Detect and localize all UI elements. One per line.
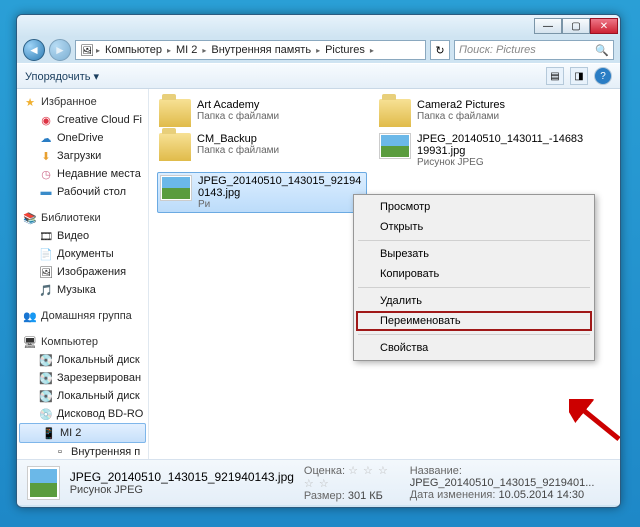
maximize-button[interactable]: ▢ [562,18,590,34]
sidebar-item[interactable]: ▫Внутренняя п [17,443,148,459]
context-menu-delete[interactable]: Удалить [356,291,592,311]
sidebar-item[interactable]: 🎵Музыка [17,281,148,299]
sidebar-item[interactable]: 💽Локальный диск [17,351,148,369]
details-thumbnail [27,466,60,500]
search-input[interactable]: Поиск: Pictures 🔍 [454,40,614,60]
help-button[interactable]: ? [594,67,612,85]
organize-menu[interactable]: Упорядочить ▾ [25,70,99,83]
breadcrumb-item[interactable]: MI 2 [173,43,200,57]
chevron-right-icon: ▸ [370,46,374,55]
forward-button[interactable]: ► [49,39,71,61]
folder-icon: 🖼 [80,43,94,57]
recent-icon: ◷ [39,167,53,181]
chevron-right-icon: ▸ [316,46,320,55]
context-menu-copy[interactable]: Копировать [356,264,592,284]
star-icon: ★ [23,95,37,109]
explorer-body: ★Избранное ◉Creative Cloud Fi ☁OneDrive … [17,89,620,459]
sidebar-item[interactable]: ◷Недавние места [17,165,148,183]
sidebar-item[interactable]: ▬Рабочий стол [17,183,148,201]
address-bar: ◄ ► 🖼 ▸ Компьютер ▸ MI 2 ▸ Внутренняя па… [17,37,620,63]
image-icon: 🖼 [39,265,53,279]
details-pane: JPEG_20140510_143015_921940143.jpg Рисун… [17,459,620,505]
storage-icon: ▫ [53,445,67,459]
file-list[interactable]: Art AcademyПапка с файлами Camera2 Pictu… [149,89,620,459]
explorer-window: — ▢ ✕ ◄ ► 🖼 ▸ Компьютер ▸ MI 2 ▸ Внутрен… [16,14,621,508]
breadcrumb-item[interactable]: Внутренняя память [208,43,314,57]
separator [358,240,590,241]
creative-cloud-icon: ◉ [39,113,53,127]
context-menu-open[interactable]: Открыть [356,217,592,237]
separator [358,287,590,288]
chevron-right-icon: ▸ [96,46,100,55]
sidebar-homegroup-header[interactable]: 👥Домашняя группа [17,307,148,325]
chevron-right-icon: ▸ [167,46,171,55]
computer-icon: 🖥 [23,335,37,349]
close-button[interactable]: ✕ [590,18,618,34]
breadcrumb-field[interactable]: 🖼 ▸ Компьютер ▸ MI 2 ▸ Внутренняя память… [75,40,426,60]
folder-icon [159,99,191,127]
disc-icon: 💿 [39,407,53,421]
breadcrumb-item[interactable]: Pictures [322,43,368,57]
device-icon: 📱 [42,426,56,440]
onedrive-icon: ☁ [39,131,53,145]
desktop-icon: ▬ [39,185,53,199]
sidebar-item[interactable]: 💽Зарезервирован [17,369,148,387]
folder-icon [379,99,411,127]
drive-icon: 💽 [39,371,53,385]
sidebar-item-selected[interactable]: 📱MI 2 [19,423,146,443]
file-item-folder[interactable]: Camera2 PicturesПапка с файлами [377,97,587,129]
folder-icon [159,133,191,161]
preview-pane-button[interactable]: ◨ [570,67,588,85]
file-item-folder[interactable]: CM_BackupПапка с файлами [157,131,367,170]
context-menu-properties[interactable]: Свойства [356,338,592,358]
downloads-icon: ⬇ [39,149,53,163]
file-item-folder[interactable]: Art AcademyПапка с файлами [157,97,367,129]
back-button[interactable]: ◄ [23,39,45,61]
context-menu-view[interactable]: Просмотр [356,197,592,217]
details-filename: JPEG_20140510_143015_921940143.jpg [70,470,294,484]
image-thumbnail [379,133,411,159]
sidebar-item[interactable]: ⬇Загрузки [17,147,148,165]
context-menu-cut[interactable]: Вырезать [356,244,592,264]
sidebar-item[interactable]: ◉Creative Cloud Fi [17,111,148,129]
music-icon: 🎵 [39,283,53,297]
library-icon: 📚 [23,211,37,225]
titlebar: — ▢ ✕ [17,15,620,37]
video-icon: 🎞 [39,229,53,243]
sidebar-item[interactable]: ☁OneDrive [17,129,148,147]
context-menu-rename[interactable]: Переименовать [356,311,592,331]
annotation-arrow [569,399,621,449]
context-menu: Просмотр Открыть Вырезать Копировать Уда… [353,194,595,361]
toolbar: Упорядочить ▾ ▤ ◨ ? [17,63,620,89]
file-item-image-selected[interactable]: JPEG_20140510_143015_921940143.jpgРи [157,172,367,213]
sidebar-item[interactable]: 🖼Изображения [17,263,148,281]
sidebar-libraries-header[interactable]: 📚Библиотеки [17,209,148,227]
sidebar-item[interactable]: 🎞Видео [17,227,148,245]
file-item-image[interactable]: JPEG_20140510_143011_-1468319931.jpgРису… [377,131,587,170]
drive-icon: 💽 [39,389,53,403]
sidebar-item[interactable]: 📄Документы [17,245,148,263]
document-icon: 📄 [39,247,53,261]
search-icon: 🔍 [595,44,609,57]
sidebar-item[interactable]: 💿Дисковод BD-RO [17,405,148,423]
breadcrumb-item[interactable]: Компьютер [102,43,165,57]
image-thumbnail [160,175,192,201]
navigation-pane: ★Избранное ◉Creative Cloud Fi ☁OneDrive … [17,89,149,459]
chevron-right-icon: ▸ [202,46,206,55]
refresh-button[interactable]: ↻ [430,40,450,60]
details-filetype: Рисунок JPEG [70,484,294,496]
minimize-button[interactable]: — [534,18,562,34]
sidebar-item[interactable]: 💽Локальный диск [17,387,148,405]
search-placeholder: Поиск: Pictures [459,44,536,56]
sidebar-favorites-header[interactable]: ★Избранное [17,93,148,111]
sidebar-computer-header[interactable]: 🖥Компьютер [17,333,148,351]
homegroup-icon: 👥 [23,309,37,323]
separator [358,334,590,335]
view-options-button[interactable]: ▤ [546,67,564,85]
drive-icon: 💽 [39,353,53,367]
